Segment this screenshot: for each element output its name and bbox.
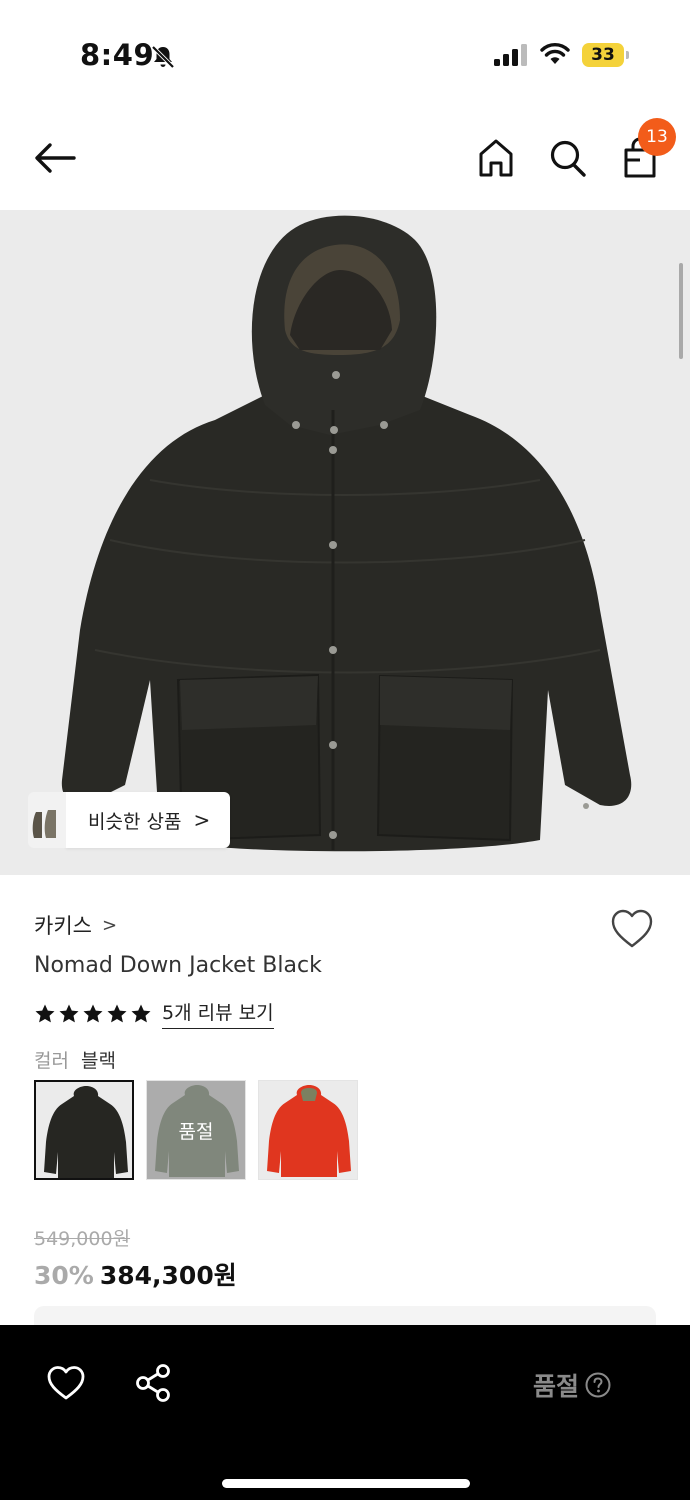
rating-row: 5개 리뷰 보기 [34,998,274,1029]
similar-products-label-box[interactable]: 비슷한 상품 > [66,792,231,848]
soldout-overlay: 품절 [147,1081,245,1179]
color-row: 컬러 블랙 [34,1046,116,1073]
home-icon[interactable] [478,138,514,178]
original-price: 549,000원 [34,1228,131,1250]
soldout-status[interactable]: 품절 [533,1367,611,1403]
color-swatches: 품절 [34,1080,358,1180]
product-image[interactable] [0,210,690,875]
similar-products-button[interactable]: 비슷한 상품 > [28,792,231,848]
price-row: 30% 384,300원 [34,1256,237,1292]
bottom-action-bar: 품절 [0,1325,690,1500]
similar-thumbnail [28,792,66,848]
star-icon [107,1004,127,1022]
discount-rate: 30% [34,1261,94,1290]
cart-count-badge: 13 [638,118,676,156]
swatch-red[interactable] [258,1080,358,1180]
search-icon[interactable] [549,138,587,178]
chevron-right-icon: > [101,914,118,936]
rating-stars [34,1003,152,1025]
star-icon [131,1004,151,1022]
brand-link[interactable]: 카키스 > [34,910,117,940]
battery-icon: 33 [582,43,630,67]
image-scroll-indicator [679,263,683,359]
heart-icon[interactable] [610,908,654,950]
bell-slash-icon [151,45,175,69]
star-icon [59,1004,79,1022]
similar-products-label: 비슷한 상품 [88,810,182,833]
back-arrow-icon[interactable] [32,140,78,176]
star-icon [83,1004,103,1022]
swatch-black[interactable] [34,1080,134,1180]
color-label: 컬러 [34,1050,69,1072]
chevron-right-icon: > [193,808,211,832]
product-title: Nomad Down Jacket Black [34,953,322,978]
home-indicator[interactable] [222,1479,470,1488]
share-icon[interactable] [134,1363,172,1403]
final-price: 384,300원 [99,1261,237,1290]
star-icon [35,1004,55,1022]
status-bar: 8:49 33 [0,0,690,110]
jacket-image [61,215,632,852]
swatch-khaki[interactable]: 품절 [146,1080,246,1180]
heart-icon[interactable] [46,1365,86,1401]
status-time: 8:49 [80,38,155,72]
signal-icon [494,44,527,66]
soldout-label: 품절 [533,1372,580,1401]
battery-level: 33 [582,43,624,67]
brand-name: 카키스 [34,914,92,938]
color-value: 블랙 [80,1050,116,1072]
help-circle-icon[interactable] [585,1372,611,1398]
wifi-icon [540,43,570,64]
top-nav [0,110,690,210]
review-link[interactable]: 5개 리뷰 보기 [162,998,274,1029]
